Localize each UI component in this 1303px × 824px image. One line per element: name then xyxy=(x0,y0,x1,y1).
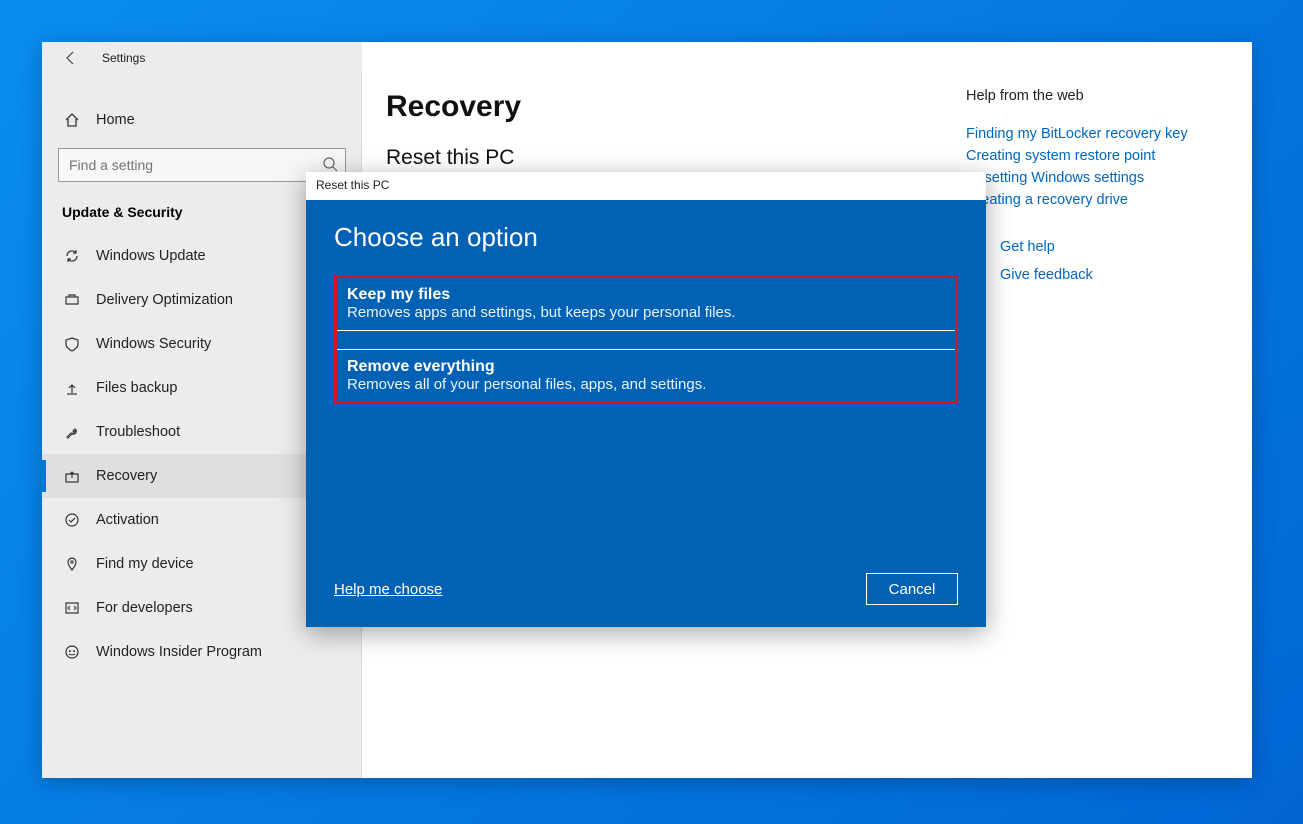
option-desc: Removes all of your personal files, apps… xyxy=(347,376,945,393)
search-icon xyxy=(322,156,338,172)
help-link-restore-point[interactable]: Creating system restore point xyxy=(966,148,1226,164)
option-title: Keep my files xyxy=(347,286,945,304)
settings-window: Settings Home Update & Security Windows xyxy=(42,42,1252,778)
cancel-button[interactable]: Cancel xyxy=(866,573,958,605)
nav-label: Recovery xyxy=(96,468,157,484)
option-remove-everything[interactable]: Remove everything Removes all of your pe… xyxy=(337,350,955,401)
get-help-row[interactable]: Get help xyxy=(966,238,1226,256)
nav-label: Delivery Optimization xyxy=(96,292,233,308)
divider xyxy=(337,330,955,331)
sync-icon xyxy=(62,248,82,264)
wrench-icon xyxy=(62,424,82,440)
home-label: Home xyxy=(96,112,135,128)
help-heading: Help from the web xyxy=(966,88,1226,104)
help-me-choose-link[interactable]: Help me choose xyxy=(334,581,442,598)
nav-home[interactable]: Home xyxy=(42,98,362,142)
backup-icon xyxy=(62,380,82,396)
help-link-reset-settings[interactable]: Resetting Windows settings xyxy=(966,170,1226,186)
recovery-icon xyxy=(62,468,82,484)
reset-pc-dialog: Reset this PC Choose an option Keep my f… xyxy=(306,172,986,627)
dialog-title: Reset this PC xyxy=(306,172,986,200)
back-button[interactable] xyxy=(60,42,82,74)
give-feedback-label: Give feedback xyxy=(1000,267,1093,283)
option-title: Remove everything xyxy=(347,358,945,376)
search-input[interactable] xyxy=(58,148,346,182)
option-desc: Removes apps and settings, but keeps you… xyxy=(347,304,945,321)
help-link-recovery-drive[interactable]: Creating a recovery drive xyxy=(966,192,1226,208)
option-keep-my-files[interactable]: Keep my files Removes apps and settings,… xyxy=(337,278,955,329)
shield-icon xyxy=(62,336,82,352)
nav-label: Find my device xyxy=(96,556,194,572)
row-gap xyxy=(337,332,955,350)
nav-label: Activation xyxy=(96,512,159,528)
insider-icon xyxy=(62,644,82,660)
give-feedback-row[interactable]: Give feedback xyxy=(966,266,1226,284)
nav-label: Windows Update xyxy=(96,248,206,264)
nav-label: Files backup xyxy=(96,380,177,396)
delivery-icon xyxy=(62,292,82,308)
home-icon xyxy=(62,112,82,128)
nav-label: Windows Security xyxy=(96,336,211,352)
dialog-heading: Choose an option xyxy=(334,222,958,253)
search-wrap xyxy=(58,148,346,182)
help-panel: Help from the web Finding my BitLocker r… xyxy=(966,88,1226,294)
nav-label: Troubleshoot xyxy=(96,424,180,440)
app-title: Settings xyxy=(102,51,145,65)
titlebar: Settings xyxy=(42,42,362,74)
check-circle-icon xyxy=(62,512,82,528)
help-link-bitlocker[interactable]: Finding my BitLocker recovery key xyxy=(966,126,1226,142)
nav-label: For developers xyxy=(96,600,193,616)
location-icon xyxy=(62,556,82,572)
nav-windows-insider[interactable]: Windows Insider Program xyxy=(42,630,362,674)
code-icon xyxy=(62,600,82,616)
get-help-label: Get help xyxy=(1000,239,1055,255)
nav-label: Windows Insider Program xyxy=(96,644,262,660)
options-highlight-box: Keep my files Removes apps and settings,… xyxy=(334,275,958,404)
